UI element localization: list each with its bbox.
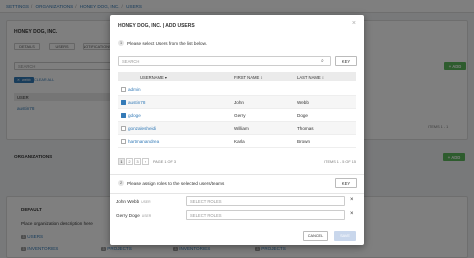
first-name: John	[234, 100, 244, 105]
table-row[interactable]: gdoge Gerry Doge	[118, 109, 356, 122]
table-row[interactable]: gonzalesheidi William Thomas	[118, 122, 356, 135]
first-name: William	[234, 126, 249, 131]
table-row[interactable]: admin	[118, 83, 356, 96]
last-name: Webb	[297, 100, 309, 105]
row-checkbox[interactable]	[121, 126, 126, 131]
save-button[interactable]: SAVE	[334, 231, 356, 241]
add-users-modal: HONEY DOG, INC. | ADD USERS × 1 Please s…	[110, 15, 364, 245]
assigned-user-name: Gerry Doge	[116, 213, 140, 218]
role-select-2[interactable]: SELECT ROLES	[186, 210, 345, 220]
search-placeholder: SEARCH	[122, 58, 140, 64]
username-link[interactable]: gonzalesheidi	[128, 126, 156, 131]
sort-icon: ▾	[164, 74, 168, 80]
sort-icon: ↕	[321, 74, 324, 80]
page-3-button[interactable]: 3	[134, 158, 141, 165]
username-link[interactable]: austin78	[128, 100, 145, 105]
key-button[interactable]: KEY	[335, 56, 357, 66]
last-name: Thomas	[297, 126, 314, 131]
assigned-user-2: Gerry Doge USER	[116, 213, 151, 218]
last-name: Brown	[297, 139, 311, 144]
assigned-user-type: USER	[141, 214, 152, 218]
page-indicator: PAGE 1 OF 3	[153, 159, 176, 164]
next-page-icon[interactable]: ›	[142, 158, 149, 165]
col-first-name[interactable]: FIRST NAME ↕	[234, 75, 263, 80]
row-checkbox[interactable]	[121, 113, 126, 118]
assigned-user-type: USER	[141, 200, 151, 204]
table-row[interactable]: austin78 John Webb	[118, 96, 356, 109]
username-link[interactable]: admin	[128, 87, 141, 92]
first-name: Gerry	[234, 113, 246, 118]
assigned-user-1: John Webb USER	[116, 199, 151, 204]
key-button-2[interactable]: KEY	[335, 178, 357, 188]
username-link[interactable]: gdoge	[128, 113, 141, 118]
modal-title: HONEY DOG, INC. | ADD USERS	[118, 23, 195, 29]
cancel-button[interactable]: CANCEL	[303, 231, 328, 241]
user-table-body: admin austin78 John Webb gdoge Gerry Dog…	[118, 83, 356, 148]
step-2-badge: 2	[118, 180, 124, 186]
remove-icon[interactable]: ×	[350, 197, 354, 203]
assigned-user-name: John Webb	[116, 199, 140, 204]
col-username-label: USERNAME	[140, 74, 164, 80]
pagination: 1 2 3 › PAGE 1 OF 3	[118, 158, 176, 165]
step-1-badge: 1	[118, 40, 124, 46]
close-icon[interactable]: ×	[352, 20, 356, 27]
user-search-input[interactable]: SEARCH	[118, 56, 331, 66]
page-2-button[interactable]: 2	[126, 158, 133, 165]
last-name: Doge	[297, 113, 308, 118]
divider	[110, 193, 364, 194]
sort-icon: ↕	[260, 74, 263, 80]
col-username[interactable]: USERNAME ▾	[140, 75, 167, 80]
username-link[interactable]: hartmanandrea	[128, 139, 159, 144]
row-checkbox[interactable]	[121, 100, 126, 105]
page-1-button[interactable]: 1	[118, 158, 125, 165]
items-count: ITEMS 1 - 5 OF 15	[324, 160, 356, 164]
divider	[110, 174, 364, 175]
step-1-text: Please select Users from the list below.	[127, 41, 207, 46]
remove-icon[interactable]: ×	[350, 211, 354, 217]
table-row[interactable]: hartmanandrea Karla Brown	[118, 135, 356, 148]
col-first-name-label: FIRST NAME	[234, 74, 260, 80]
col-last-name-label: LAST NAME	[297, 74, 321, 80]
col-last-name[interactable]: LAST NAME ↕	[297, 75, 324, 80]
row-checkbox[interactable]	[121, 87, 126, 92]
search-icon[interactable]: ⌕	[321, 58, 324, 64]
user-table-header: USERNAME ▾ FIRST NAME ↕ LAST NAME ↕	[118, 72, 356, 81]
first-name: Karla	[234, 139, 245, 144]
row-checkbox[interactable]	[121, 139, 126, 144]
step-2-text: Please assign roles to the selected user…	[127, 181, 225, 186]
role-select-1[interactable]: SELECT ROLES	[186, 196, 345, 206]
